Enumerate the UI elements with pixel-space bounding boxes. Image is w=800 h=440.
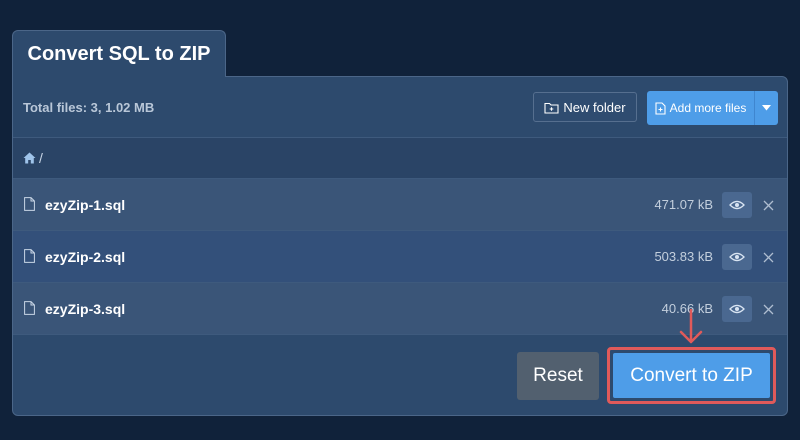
home-icon[interactable] bbox=[23, 152, 36, 164]
add-more-files-label: Add more files bbox=[669, 101, 747, 115]
tab-title: Convert SQL to ZIP bbox=[27, 42, 211, 65]
add-more-files-main[interactable]: Add more files bbox=[647, 91, 754, 125]
eye-icon bbox=[729, 200, 745, 210]
new-folder-button[interactable]: New folder bbox=[533, 92, 637, 122]
convert-button[interactable]: Convert to ZIP bbox=[613, 353, 770, 398]
file-add-icon bbox=[655, 101, 666, 115]
converter-tab: Convert SQL to ZIP bbox=[12, 30, 226, 77]
file-panel: Total files: 3, 1.02 MB New folder Add m… bbox=[12, 76, 788, 416]
toolbar: Total files: 3, 1.02 MB New folder Add m… bbox=[13, 77, 787, 137]
arrow-down-icon bbox=[679, 309, 703, 344]
file-name: ezyZip-1.sql bbox=[45, 196, 126, 213]
remove-file-button[interactable] bbox=[760, 301, 776, 317]
breadcrumb: / bbox=[13, 137, 787, 179]
convert-highlight: Convert to ZIP bbox=[607, 347, 776, 404]
close-icon bbox=[763, 252, 773, 262]
reset-label: Reset bbox=[533, 365, 583, 386]
total-files-label: Total files: 3, 1.02 MB bbox=[23, 99, 155, 115]
convert-label: Convert to ZIP bbox=[630, 364, 753, 386]
eye-icon bbox=[729, 304, 745, 314]
file-row: ezyZip-3.sql 40.66 kB bbox=[13, 283, 787, 335]
eye-icon bbox=[729, 252, 745, 262]
folder-plus-icon bbox=[544, 102, 559, 114]
file-size: 471.07 kB bbox=[654, 197, 713, 212]
remove-file-button[interactable] bbox=[760, 249, 776, 265]
preview-button[interactable] bbox=[722, 296, 752, 322]
add-more-files-button[interactable]: Add more files bbox=[647, 91, 778, 125]
close-icon bbox=[763, 304, 773, 314]
preview-button[interactable] bbox=[722, 192, 752, 218]
preview-button[interactable] bbox=[722, 244, 752, 270]
breadcrumb-path: / bbox=[39, 150, 43, 166]
file-icon bbox=[24, 249, 35, 263]
file-name: ezyZip-3.sql bbox=[45, 300, 126, 317]
new-folder-label: New folder bbox=[563, 99, 626, 115]
file-icon bbox=[24, 301, 35, 315]
file-row: ezyZip-2.sql 503.83 kB bbox=[13, 231, 787, 283]
file-size: 503.83 kB bbox=[654, 249, 713, 264]
remove-file-button[interactable] bbox=[760, 197, 776, 213]
reset-button[interactable]: Reset bbox=[517, 352, 599, 400]
file-icon bbox=[24, 197, 35, 211]
file-row: ezyZip-1.sql 471.07 kB bbox=[13, 179, 787, 231]
add-more-dropdown-toggle[interactable] bbox=[754, 91, 778, 125]
file-name: ezyZip-2.sql bbox=[45, 248, 126, 265]
close-icon bbox=[763, 200, 773, 210]
caret-down-icon bbox=[762, 105, 771, 111]
